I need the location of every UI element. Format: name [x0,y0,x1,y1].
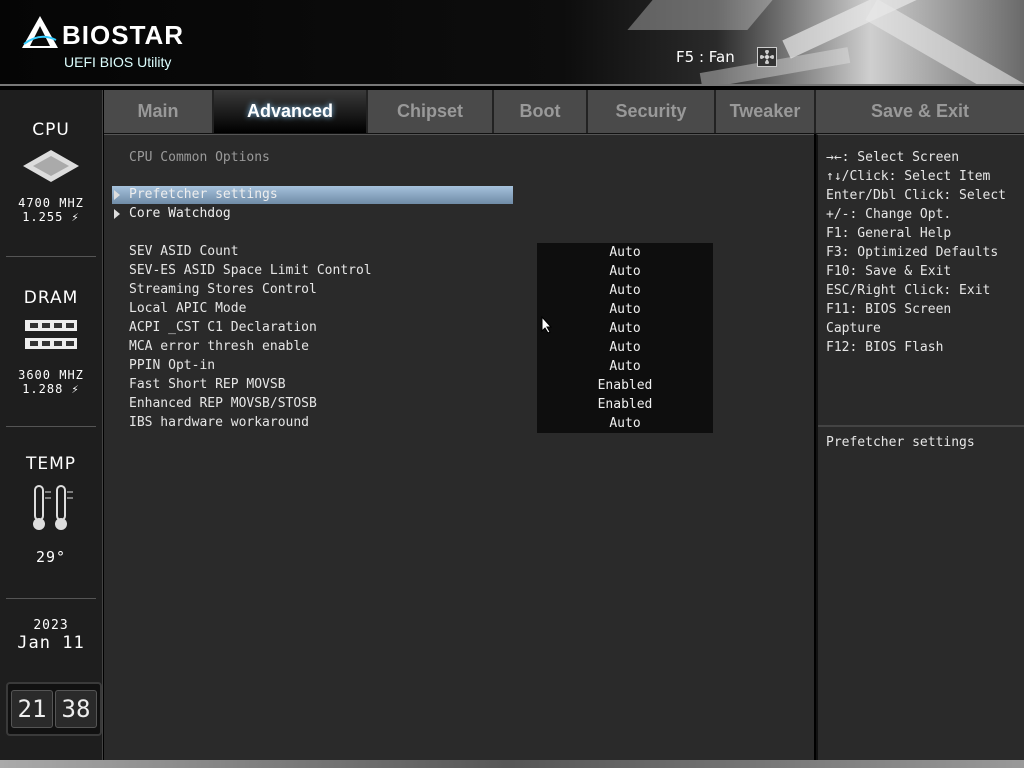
header-divider [0,84,1024,86]
help-key-line: ↑↓/Click: Select Item [826,169,991,184]
tab-save-exit[interactable]: Save & Exit [816,90,1024,133]
setting-value[interactable]: Auto [537,243,713,262]
clock-minute: 38 [55,690,97,728]
setting-value[interactable]: Auto [537,300,713,319]
date-year: 2023 [33,618,69,633]
setting-label: IBS hardware workaround [129,415,310,430]
dram-section: DRAM 3600 MHZ 1.288 ⚡ [0,288,102,396]
clock-display: 21 38 [6,682,102,736]
temperature-value: 29° [35,548,67,566]
setting-label: MCA error thresh enable [129,339,310,354]
tab-tweaker[interactable]: Tweaker [716,90,816,133]
sidebar-divider [6,256,96,257]
setting-label: Fast Short REP MOVSB [129,377,286,392]
setting-row: SEV-ES ASID Space Limit Control Auto [104,262,814,281]
help-key-line: F3: Optimized Defaults [826,245,999,260]
setting-row: PPIN Opt-in Auto [104,357,814,376]
setting-value[interactable]: Auto [537,414,713,433]
biostar-logo-icon [22,16,58,48]
setting-label: SEV-ES ASID Space Limit Control [129,263,372,278]
cpu-section: CPU 4700 MHZ 1.255 ⚡ [0,120,102,224]
dram-title: DRAM [23,288,79,308]
help-key-line: F11: BIOS Screen [826,302,952,317]
date-month-day: Jan 11 [17,633,85,653]
help-key-line: F1: General Help [826,226,952,241]
header-banner: BIOSTAR UEFI BIOS Utility F5 : Fan [0,0,1024,86]
help-key-line: ESC/Right Click: Exit [826,283,991,298]
cpu-title: CPU [32,120,70,140]
setting-label: Enhanced REP MOVSB/STOSB [129,396,317,411]
tab-main[interactable]: Main [104,90,214,133]
help-key-line: →←: Select Screen [826,150,960,165]
memory-module-icon [25,320,77,349]
cpu-chip-icon [23,150,79,182]
help-description: Prefetcher settings [826,435,975,450]
tab-chipset[interactable]: Chipset [368,90,494,133]
cpu-frequency: 4700 MHZ [18,196,84,210]
fan-icon[interactable] [757,47,777,67]
thermometer-icon [33,485,73,530]
tab-security[interactable]: Security [588,90,716,133]
temp-section: TEMP 29° [0,454,102,566]
setting-label: PPIN Opt-in [129,358,216,373]
tab-advanced[interactable]: Advanced [214,90,368,133]
cpu-voltage: 1.255 ⚡ [22,210,80,224]
submenu-arrow-icon [114,190,120,200]
status-sidebar: CPU 4700 MHZ 1.255 ⚡ DRAM 3600 MHZ 1.288… [0,90,103,760]
setting-label: Streaming Stores Control [129,282,317,297]
setting-row: MCA error thresh enable Auto [104,338,814,357]
help-key-line: Capture [826,321,881,336]
dram-frequency: 3600 MHZ [18,368,84,382]
setting-value[interactable]: Enabled [537,395,713,414]
brand-subtitle: UEFI BIOS Utility [64,54,172,70]
setting-label: ACPI _CST C1 Declaration [129,320,317,335]
setting-row: Enhanced REP MOVSB/STOSB Enabled [104,395,814,414]
tab-boot[interactable]: Boot [494,90,588,133]
banner-decoration [865,0,1024,86]
tab-bar: Main Advanced Chipset Boot Security Twea… [104,90,1024,134]
submenu-label: Core Watchdog [129,206,231,221]
date-section: 2023 Jan 11 [0,618,102,653]
help-panel: →←: Select Screen ↑↓/Click: Select Item … [816,134,1024,761]
setting-value[interactable]: Auto [537,357,713,376]
bottom-bar [0,760,1024,768]
setting-value[interactable]: Enabled [537,376,713,395]
sidebar-divider [6,426,96,427]
submenu-label: Prefetcher settings [129,187,278,202]
settings-panel: CPU Common Options Prefetcher settings C… [104,134,814,761]
submenu-arrow-icon [114,209,120,219]
setting-label: SEV ASID Count [129,244,239,259]
setting-label: Local APIC Mode [129,301,247,316]
temp-title: TEMP [25,454,77,474]
setting-value[interactable]: Auto [537,262,713,281]
sidebar-divider [6,598,96,599]
setting-row: Local APIC Mode Auto [104,300,814,319]
mouse-cursor-icon [541,316,553,334]
setting-value[interactable]: Auto [537,338,713,357]
setting-row: IBS hardware workaround Auto [104,414,814,433]
fan-hotkey-label[interactable]: F5 : Fan [676,48,735,66]
clock-hour: 21 [11,690,53,728]
help-key-line: F12: BIOS Flash [826,340,944,355]
brand-name: BIOSTAR [62,20,185,50]
setting-row: SEV ASID Count Auto [104,243,814,262]
help-key-line: +/-: Change Opt. [826,207,952,222]
setting-row: ACPI _CST C1 Declaration Auto [104,319,814,338]
section-title: CPU Common Options [129,150,270,165]
setting-value[interactable]: Auto [537,319,713,338]
dram-voltage: 1.288 ⚡ [22,382,80,396]
setting-value[interactable]: Auto [537,281,713,300]
submenu-prefetcher-settings[interactable]: Prefetcher settings [112,186,513,204]
help-key-line: F10: Save & Exit [826,264,952,279]
submenu-core-watchdog[interactable]: Core Watchdog [112,205,513,223]
help-divider [818,425,1024,427]
setting-row: Streaming Stores Control Auto [104,281,814,300]
banner-decoration [627,0,773,30]
help-key-line: Enter/Dbl Click: Select [826,188,1007,203]
setting-row: Fast Short REP MOVSB Enabled [104,376,814,395]
